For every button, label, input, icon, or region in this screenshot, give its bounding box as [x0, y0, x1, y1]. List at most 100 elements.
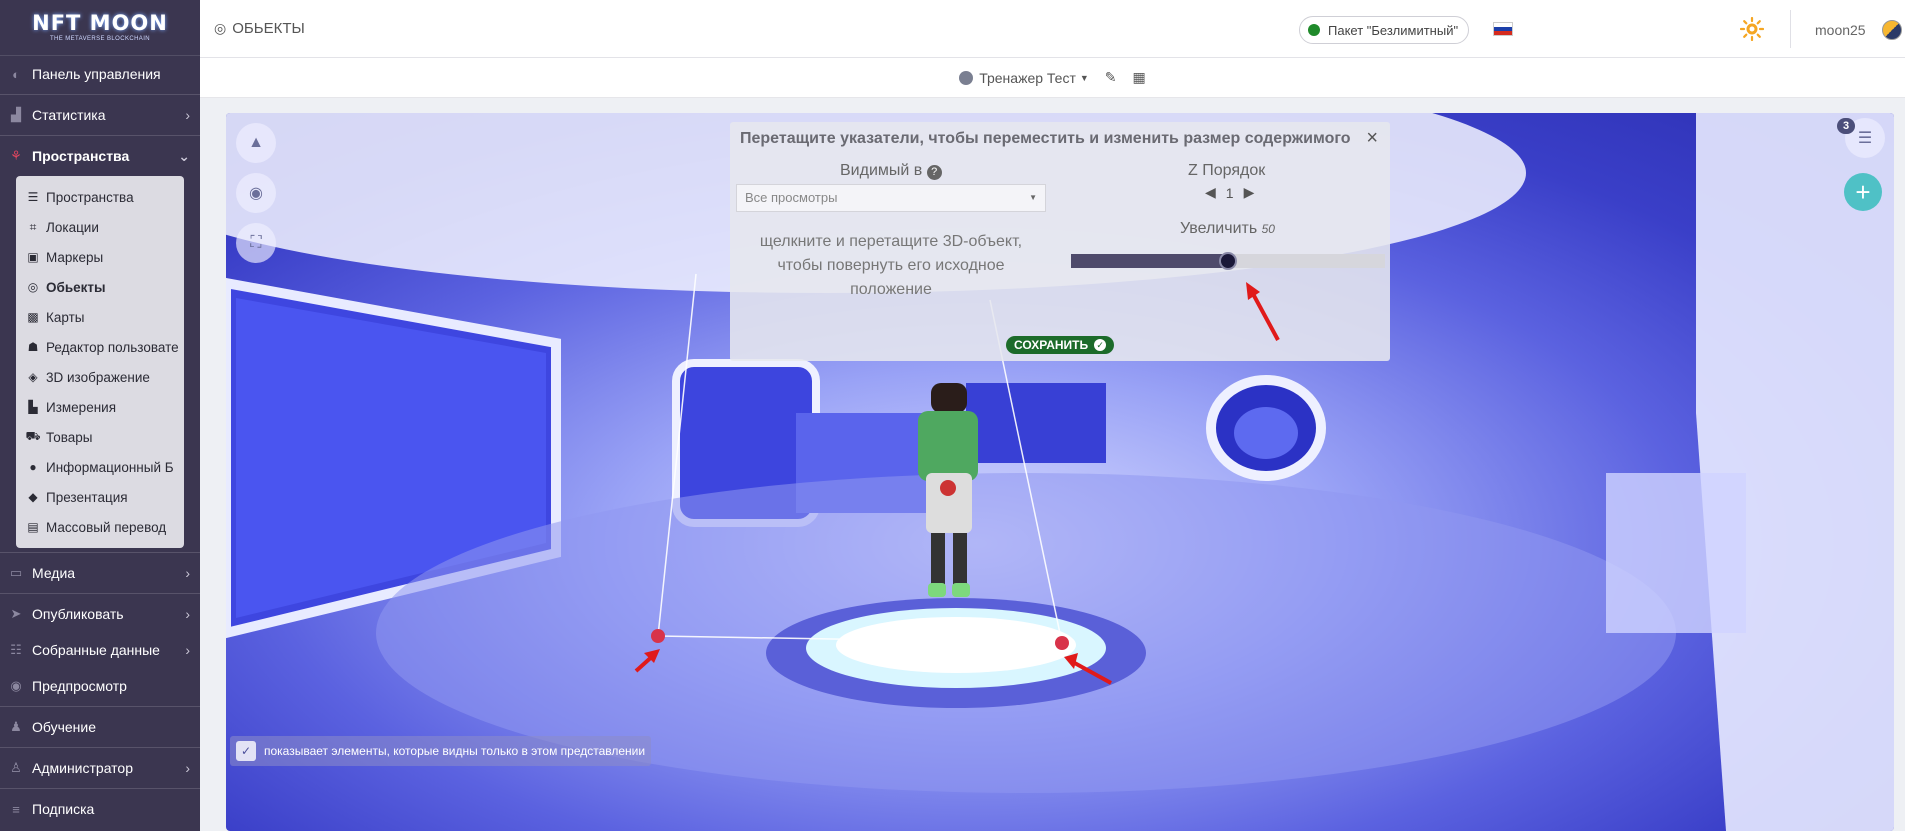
submenu-label: Карты	[46, 309, 85, 325]
rotate-hint: щелкните и перетащите 3D-объект, чтобы п…	[759, 233, 1023, 298]
sidebar-item-media[interactable]: ▭ Медиа ›	[0, 555, 200, 591]
edit-icon[interactable]: ✎	[1105, 69, 1117, 86]
spaces-submenu: ☰ Пространства ⌗ Локации ▣ Маркеры ◎ Обьекты…	[16, 176, 184, 548]
submenu-item-products[interactable]: ⛟ Товары	[16, 422, 184, 452]
sidebar-item-label: Подписка	[32, 801, 95, 817]
zoom-slider[interactable]	[1071, 252, 1385, 270]
close-icon[interactable]: ×	[1366, 127, 1378, 150]
language-flag-icon[interactable]	[1493, 22, 1513, 36]
sidebar: NFT MOON THE METAVERSE BLOCKCHAIN ◐ Пане…	[0, 0, 200, 831]
brand-logo[interactable]: NFT MOON THE METAVERSE BLOCKCHAIN	[0, 0, 200, 56]
submenu-label: Презентация	[46, 489, 128, 505]
page-title: ◎ ОБЬЕКТЫ	[214, 20, 305, 37]
sidebar-item-publish[interactable]: ➤ Опубликовать ›	[0, 596, 200, 632]
expand-icon: ⛶	[250, 234, 262, 251]
sidebar-item-label: Собранные данные	[32, 642, 160, 658]
sidebar-item-dashboard[interactable]: ◐ Панель управления	[0, 56, 200, 92]
submenu-item-3d-image[interactable]: ◈ 3D изображение	[16, 362, 184, 392]
chevron-right-icon: ›	[185, 107, 190, 123]
add-object-button[interactable]: +	[1844, 173, 1882, 211]
visible-in-value: Все просмотры	[745, 190, 838, 205]
caret-left-icon[interactable]: ◀	[1205, 184, 1216, 201]
submenu-item-bulk-translate[interactable]: ▤ Массовый перевод	[16, 512, 184, 542]
view-only-filter[interactable]: ✓ показывает элементы, которые видны тол…	[230, 736, 652, 766]
save-button[interactable]: СОХРАНИТЬ ✓	[1006, 336, 1115, 354]
submenu-label: Редактор пользовате	[46, 339, 179, 355]
chevron-down-icon: ⌄	[178, 147, 190, 164]
zoom-value: 50	[1261, 222, 1275, 236]
sidebar-item-label: Статистика	[32, 107, 106, 123]
map-icon: ▩	[27, 310, 39, 324]
submenu-item-info-block[interactable]: ● Информационный Б	[16, 452, 184, 482]
view-only-filter-label: показывает элементы, которые видны тольк…	[264, 744, 646, 758]
image-icon: ▣	[27, 250, 39, 264]
package-label: Пакет "Безлимитный"	[1328, 22, 1459, 38]
submenu-label: Обьекты	[46, 279, 106, 295]
annotation-arrow	[1246, 282, 1280, 341]
sidebar-item-label: Предпросмотр	[32, 678, 127, 694]
layers-icon: ≡	[12, 801, 20, 817]
submenu-item-markers[interactable]: ▣ Маркеры	[16, 242, 184, 272]
plus-icon: +	[1855, 176, 1871, 207]
submenu-item-presentation[interactable]: ◆ Презентация	[16, 482, 184, 512]
resize-handle-bottom-left	[651, 629, 665, 643]
desktop-icon: ▭	[9, 565, 23, 580]
sidebar-item-collected-data[interactable]: ☷ Собранные данные ›	[0, 632, 200, 668]
submenu-item-measurements[interactable]: ▙ Измерения	[16, 392, 184, 422]
space-selector[interactable]: Тренажер Тест ▼	[959, 70, 1089, 86]
submenu-item-maps[interactable]: ▩ Карты	[16, 302, 184, 332]
submenu-label: Товары	[46, 429, 93, 445]
submenu-label: Информационный Б	[46, 459, 174, 475]
divider	[0, 135, 200, 136]
sidebar-item-subscription[interactable]: ≡ Подписка	[0, 791, 200, 827]
network-icon: ⚘	[10, 148, 22, 163]
divider	[0, 706, 200, 707]
vector-square-icon: ⌗	[29, 219, 37, 234]
submenu-label: Локации	[46, 219, 99, 235]
sidebar-item-training[interactable]: ♟ Обучение	[0, 709, 200, 745]
submenu-item-spaces[interactable]: ☰ Пространства	[16, 182, 184, 212]
submenu-item-objects[interactable]: ◎ Обьекты	[16, 272, 184, 302]
cube-icon: ◈	[28, 370, 38, 384]
divider	[1790, 10, 1791, 48]
palette-icon: ◐	[12, 66, 20, 82]
ruler-icon: ▙	[28, 400, 38, 414]
question-circle-icon[interactable]: ?	[926, 165, 942, 180]
chevron-right-icon: ›	[185, 606, 190, 622]
settings-grid-icon[interactable]: ▦	[1133, 69, 1146, 86]
theme-toggle-sun-icon[interactable]	[1740, 17, 1764, 41]
submenu-label: Массовый перевод	[46, 519, 167, 535]
submenu-item-locations[interactable]: ⌗ Локации	[16, 212, 184, 242]
panel-title[interactable]: Перетащите указатели, чтобы переместить …	[740, 130, 1351, 148]
sidebar-item-statistics[interactable]: ▟ Статистика ›	[0, 97, 200, 133]
sidebar-item-admin[interactable]: ♙ Администратор ›	[0, 750, 200, 786]
list-ordered-icon: ☰	[1857, 130, 1873, 147]
submenu-label: Маркеры	[46, 249, 104, 265]
status-dot-icon	[1308, 24, 1320, 36]
username[interactable]: moon25	[1815, 22, 1866, 38]
avatar[interactable]	[1882, 20, 1902, 40]
submenu-label: 3D изображение	[46, 369, 150, 385]
visible-in-select[interactable]: Все просмотры ▼	[736, 184, 1046, 212]
fullscreen-button[interactable]: ⛶	[236, 223, 276, 263]
sidebar-item-spaces[interactable]: ⚘ Пространства ⌄	[0, 138, 200, 174]
sidebar-item-label: Пространства	[32, 148, 130, 164]
sidebar-item-label: Администратор	[32, 760, 134, 776]
sidebar-item-preview[interactable]: ◉ Предпросмотр	[0, 668, 200, 704]
zoom-slider-handle[interactable]	[1219, 252, 1237, 270]
caret-down-icon: ▼	[1079, 72, 1089, 83]
space-name: Тренажер Тест	[979, 69, 1076, 86]
image-toggle-button[interactable]: ▲	[236, 123, 276, 163]
divider	[0, 788, 200, 789]
caret-right-icon[interactable]: ▶	[1244, 184, 1255, 201]
eye-icon: ◉	[10, 678, 22, 693]
teacher-icon: ♟	[10, 719, 22, 734]
chevron-right-icon: ›	[185, 565, 190, 581]
checkbox-checked-icon[interactable]: ✓	[236, 741, 256, 761]
paper-plane-icon: ➤	[10, 606, 22, 621]
space-status-icon	[959, 70, 974, 85]
submenu-item-user-editor[interactable]: ☗ Редактор пользовате	[16, 332, 184, 362]
package-badge[interactable]: Пакет "Безлимитный"	[1299, 16, 1470, 44]
items-count-badge: 3	[1837, 118, 1855, 134]
preview-button[interactable]: ◉	[236, 173, 276, 213]
